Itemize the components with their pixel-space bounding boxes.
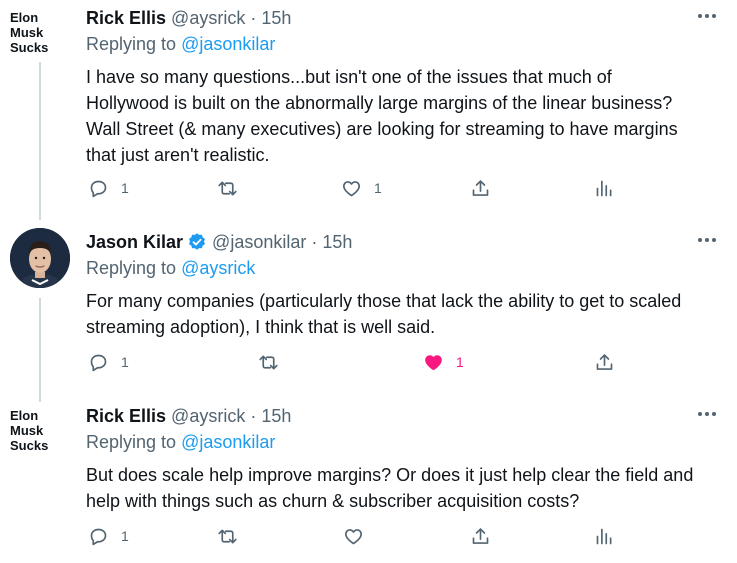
more-options-button[interactable] [687,230,717,250]
tweet-text-line: help with things such as churn & subscri… [86,491,580,511]
mention-link[interactable]: @jasonkilar [181,34,275,54]
timestamp[interactable]: 15h [322,232,352,253]
ellipsis-icon [698,412,716,416]
analytics-button[interactable] [594,176,615,200]
separator: · [311,231,318,252]
tweet-header: Rick Ellis @aysrick · 15h [86,6,717,30]
replying-to: Replying to @jasonkilar [86,432,717,456]
tweet[interactable]: Elon Musk Sucks Rick Ellis @aysrick · 15… [0,386,737,563]
avatar-text-line: Musk [10,25,44,40]
avatar-text-line: Sucks [10,438,49,453]
like-button[interactable] [343,524,364,548]
tweet-text-line: Hollywood is built on the abnormally lar… [86,93,673,113]
tweet-thread: Elon Musk Sucks Rick Ellis @aysrick · 15… [0,0,737,563]
avatar-text-line: Sucks [10,40,49,55]
share-icon [472,179,489,196]
analytics-icon [596,180,612,196]
timestamp[interactable]: 15h [261,406,291,427]
separator: · [250,7,257,28]
tweet-text-line: I have so many questions...but isn't one… [86,67,612,87]
share-icon [596,353,613,370]
tweet[interactable]: Jason Kilar @jasonkilar · 15h Replying t… [0,212,737,402]
tweet-text: For many companies (particularly those t… [86,288,717,340]
reply-button[interactable]: 1 [88,176,129,200]
share-button[interactable] [594,350,615,374]
heart-icon [343,180,360,196]
tweet-text-line: streaming adoption), I think that is wel… [86,317,436,337]
person-avatar-icon [10,228,70,288]
heart-filled-icon [425,354,442,370]
replying-label: Replying to [86,258,177,278]
like-button[interactable]: 1 [341,176,382,200]
mention-link[interactable]: @aysrick [181,258,255,278]
like-count: 1 [374,180,382,196]
mention-link[interactable]: @jasonkilar [181,432,275,452]
reply-button[interactable]: 1 [88,350,129,374]
user-handle[interactable]: @aysrick [171,8,245,29]
avatar[interactable] [10,228,70,288]
tweet-text-line: But does scale help improve margins? Or … [86,465,694,485]
reply-icon [90,354,107,371]
tweet-text-line: that just aren't realistic. [86,145,270,165]
reply-icon [90,528,107,545]
analytics-button[interactable] [594,524,615,548]
share-button[interactable] [470,176,491,200]
timestamp[interactable]: 15h [261,8,291,29]
reply-count: 1 [121,528,129,544]
replying-to: Replying to @aysrick [86,258,717,282]
verified-badge-icon [189,233,206,250]
retweet-icon [218,181,237,195]
tweet-actions: 1 [86,524,686,548]
heart-icon [345,528,362,544]
display-name[interactable]: Rick Ellis [86,406,166,427]
retweet-icon [218,529,237,543]
share-icon [472,527,489,544]
display-name[interactable]: Rick Ellis [86,8,166,29]
replying-to: Replying to @jasonkilar [86,34,717,58]
retweet-button[interactable] [217,524,238,548]
ellipsis-icon [698,238,716,242]
tweet-text: I have so many questions...but isn't one… [86,64,717,168]
retweet-icon [259,355,278,369]
avatar[interactable]: Elon Musk Sucks [10,10,66,55]
tweet-header: Jason Kilar @jasonkilar · 15h [86,230,717,254]
like-count: 1 [456,354,464,370]
retweet-button[interactable] [258,350,279,374]
retweet-button[interactable] [217,176,238,200]
tweet[interactable]: Elon Musk Sucks Rick Ellis @aysrick · 15… [0,0,737,220]
separator: · [250,405,257,426]
thread-connector [39,62,41,220]
reply-count: 1 [121,354,129,370]
tweet-text-line: For many companies (particularly those t… [86,291,682,311]
display-name[interactable]: Jason Kilar [86,232,183,253]
ellipsis-icon [698,14,716,18]
tweet-text-line: Wall Street (& many executives) are look… [86,119,678,139]
more-options-button[interactable] [687,404,717,424]
tweet-actions: 1 1 [86,350,686,374]
tweet-actions: 1 1 [86,176,686,200]
share-button[interactable] [470,524,491,548]
avatar-text-line: Elon [10,408,39,423]
avatar-text-line: Musk [10,423,44,438]
more-options-button[interactable] [687,6,717,26]
avatar[interactable]: Elon Musk Sucks [10,408,66,453]
analytics-icon [596,528,612,544]
replying-label: Replying to [86,34,177,54]
avatar-text-line: Elon [10,10,39,25]
reply-button[interactable]: 1 [88,524,129,548]
user-handle[interactable]: @jasonkilar [212,232,306,253]
tweet-header: Rick Ellis @aysrick · 15h [86,404,717,428]
replying-label: Replying to [86,432,177,452]
reply-icon [90,180,107,197]
user-handle[interactable]: @aysrick [171,406,245,427]
tweet-text: But does scale help improve margins? Or … [86,462,717,514]
like-button[interactable]: 1 [423,350,464,374]
reply-count: 1 [121,180,129,196]
